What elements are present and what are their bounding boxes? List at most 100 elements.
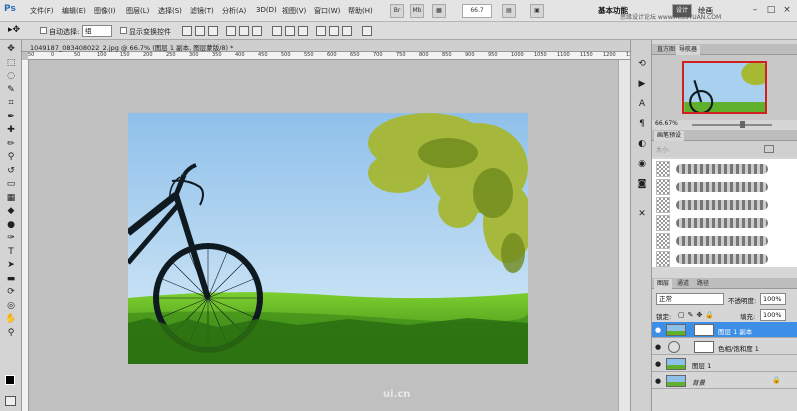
menu-3d[interactable]: 3D(D) [256,6,277,14]
navigator-zoom-thumb[interactable] [740,121,745,128]
brush-preset-list[interactable] [652,159,797,267]
lasso-icon[interactable]: ◌ [4,71,18,81]
vertical-scrollbar[interactable] [618,60,630,411]
mask-panel-icon[interactable]: ◙ [636,178,648,190]
character-panel-icon[interactable]: A [636,98,648,110]
quick-select-icon[interactable]: ✎ [4,85,18,95]
crop-icon[interactable]: ⌗ [4,98,18,108]
tool-presets-icon[interactable]: ✕ [636,208,648,220]
marquee-icon[interactable]: ⬚ [4,58,18,68]
close-icon[interactable]: × [780,3,794,17]
tab-histogram[interactable]: 直方图 [654,45,678,55]
align-top-icon[interactable] [182,26,192,36]
clone-source-icon[interactable]: ◉ [636,158,648,170]
move-icon[interactable]: ✥ [4,44,18,54]
hand-icon[interactable]: ✋ [4,314,18,324]
navigator-zoom-slider[interactable] [692,124,772,126]
tab-navigator[interactable]: 导航器 [676,45,701,55]
actions-panel-icon[interactable]: ▶ [636,78,648,90]
paragraph-panel-icon[interactable]: ¶ [636,118,648,130]
eye-icon[interactable]: ● [655,326,663,334]
arrange-button[interactable]: ▤ [502,4,516,18]
minimize-icon[interactable]: – [748,3,762,17]
menu-file[interactable]: 文件(F) [30,6,54,16]
minibridge-button[interactable]: Mb [410,4,424,18]
show-transform-checkbox[interactable] [120,27,127,34]
menu-view[interactable]: 视图(V) [282,6,306,16]
bridge-button[interactable]: Br [390,4,404,18]
layer-mask-thumbnail[interactable] [694,341,714,353]
document-canvas[interactable] [128,113,528,364]
tab-channels[interactable]: 通道 [674,279,692,289]
layer-name[interactable]: 色相/饱和度 1 [718,343,759,353]
align-right-icon[interactable] [252,26,262,36]
shape-icon[interactable]: ▬ [4,274,18,284]
eye-icon[interactable]: ● [655,343,663,351]
align-hcenter-icon[interactable] [239,26,249,36]
eyedropper-icon[interactable]: ✒ [4,112,18,122]
menu-layer[interactable]: 图层(L) [126,6,149,16]
move-tool-preset-icon[interactable]: ▸✥ [8,25,20,35]
align-left-icon[interactable] [226,26,236,36]
layer-row[interactable]: ● 图层 1 [652,356,797,372]
menu-edit[interactable]: 编辑(E) [62,6,86,16]
layer-name[interactable]: 背景 [692,377,705,387]
brush-icon[interactable]: ✏ [4,139,18,149]
blend-mode-select[interactable]: 正常 [656,293,724,305]
eraser-icon[interactable]: ▭ [4,179,18,189]
auto-align-icon[interactable] [362,26,372,36]
brush-preset-row[interactable] [656,233,772,249]
menu-window[interactable]: 窗口(W) [314,6,340,16]
auto-select-dropdown[interactable]: 组 [82,25,112,37]
brush-preset-row[interactable] [656,215,772,231]
brush-preset-row[interactable] [656,251,772,267]
3d-rotate-icon[interactable]: ⟳ [4,287,18,297]
layer-mask-thumbnail[interactable] [694,324,714,336]
navigator-thumbnail[interactable] [682,61,767,114]
distribute-right-icon[interactable] [342,26,352,36]
brush-preset-row[interactable] [656,179,772,195]
type-icon[interactable]: T [4,247,18,257]
screen-mode-button[interactable]: ▣ [530,4,544,18]
path-select-icon[interactable]: ➤ [4,260,18,270]
history-brush-icon[interactable]: ↺ [4,166,18,176]
maximize-icon[interactable]: □ [764,3,778,17]
color-panel-icon[interactable]: ◐ [636,138,648,150]
tab-paths[interactable]: 路径 [694,279,712,289]
foreground-color-swatch[interactable] [5,375,15,385]
history-panel-icon[interactable]: ⟲ [636,58,648,70]
align-vcenter-icon[interactable] [195,26,205,36]
fill-input[interactable]: 100% [760,309,786,321]
brush-preset-row[interactable] [656,161,772,177]
zoom-icon[interactable]: ⚲ [4,328,18,338]
brush-panel-icon[interactable] [764,145,774,153]
layer-name[interactable]: 图层 1 副本 [718,326,752,336]
eye-icon[interactable]: ● [655,360,663,368]
menu-help[interactable]: 帮助(H) [348,6,373,16]
tab-layers[interactable]: 图层 [654,279,673,289]
distribute-left-icon[interactable] [316,26,326,36]
auto-select-checkbox[interactable] [40,27,47,34]
blur-icon[interactable]: ◆ [4,206,18,216]
tab-brush-presets[interactable]: 画笔预设 [654,131,685,141]
stamp-icon[interactable]: ⚲ [4,152,18,162]
layer-row[interactable]: ● 背景 🔒 [652,373,797,389]
healing-icon[interactable]: ✚ [4,125,18,135]
eye-icon[interactable]: ● [655,377,663,385]
align-bottom-icon[interactable] [208,26,218,36]
pen-icon[interactable]: ✑ [4,233,18,243]
lock-icons[interactable]: ▢✎✥🔒 [678,311,717,319]
menu-analysis[interactable]: 分析(A) [222,6,246,16]
extras-button[interactable]: ▦ [432,4,446,18]
distribute-bottom-icon[interactable] [298,26,308,36]
menu-select[interactable]: 选择(S) [158,6,182,16]
dodge-icon[interactable]: ● [4,220,18,230]
zoom-level-select[interactable]: 66.7 [462,4,492,18]
layer-row[interactable]: ● 图层 1 副本 [652,322,797,338]
layer-row[interactable]: ● 色相/饱和度 1 [652,339,797,355]
menu-filter[interactable]: 滤镜(T) [190,6,214,16]
distribute-hcenter-icon[interactable] [329,26,339,36]
distribute-top-icon[interactable] [272,26,282,36]
3d-orbit-icon[interactable]: ◎ [4,301,18,311]
layer-name[interactable]: 图层 1 [692,360,711,370]
